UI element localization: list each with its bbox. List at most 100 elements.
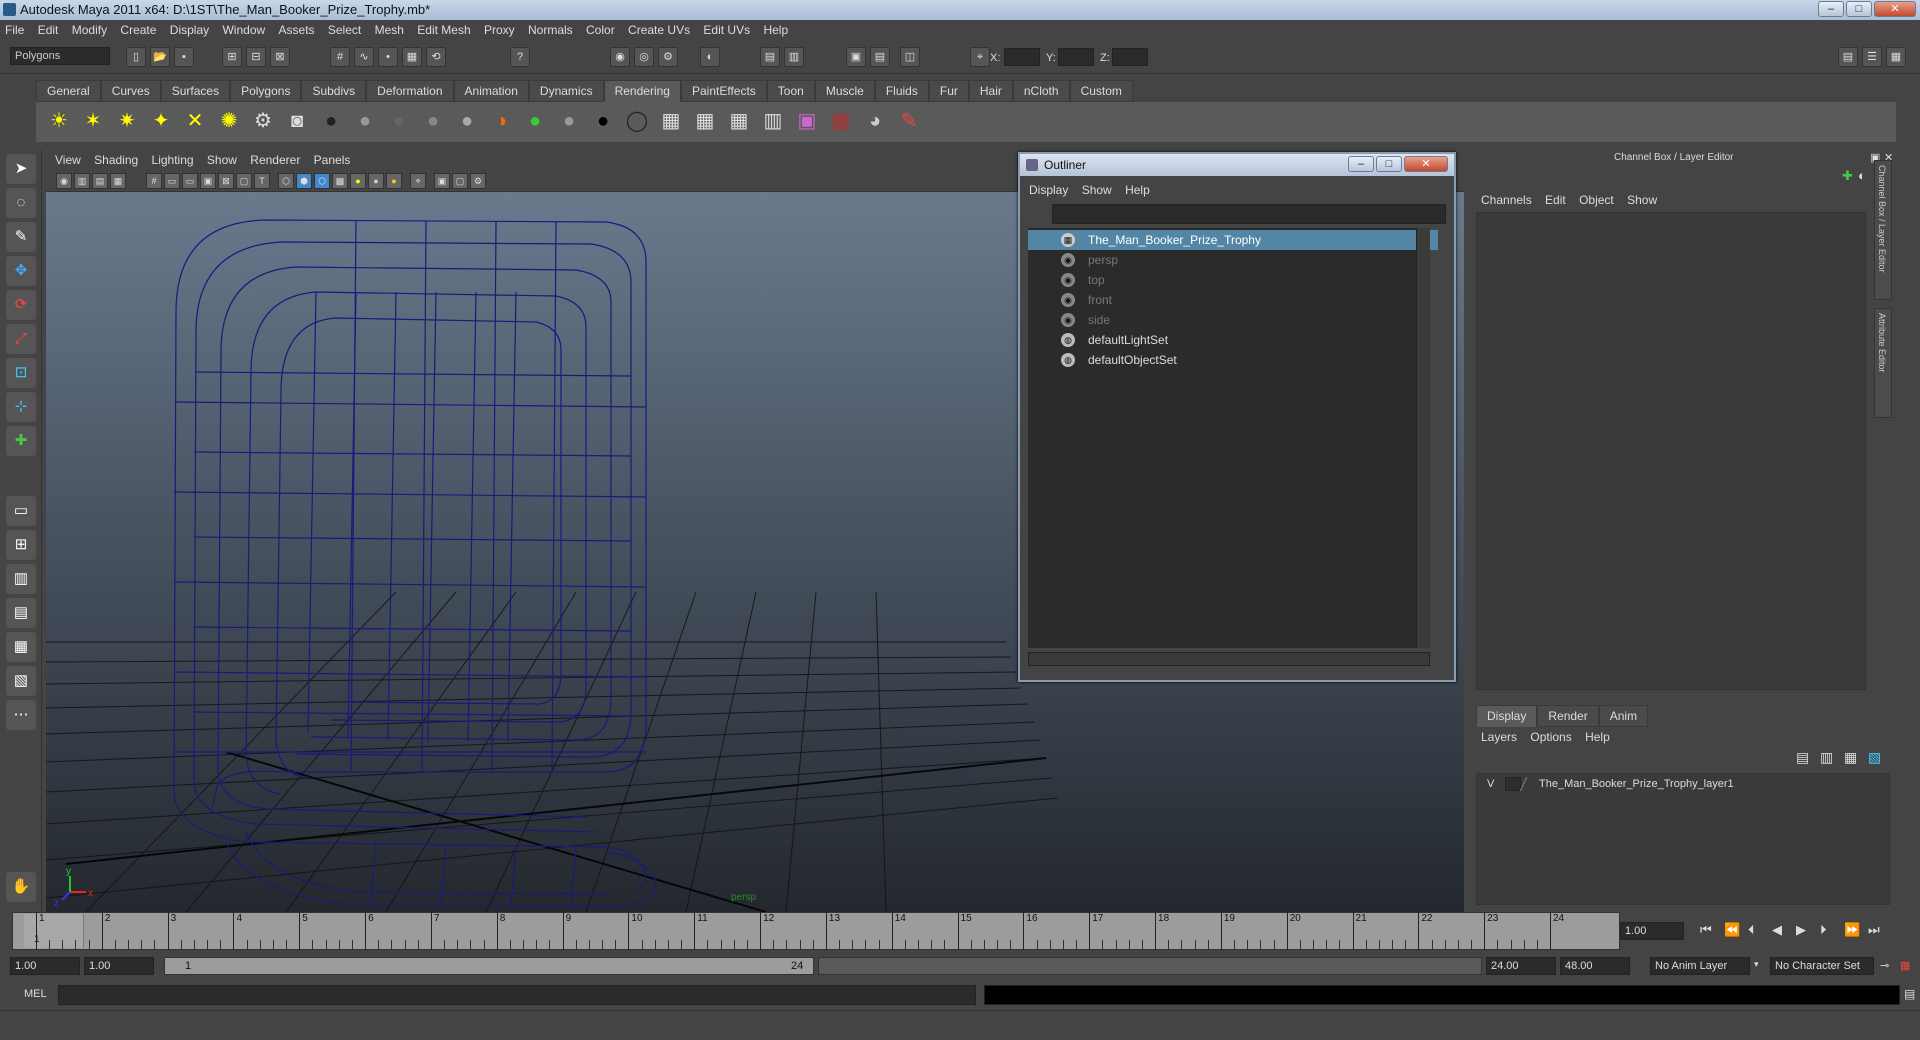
outliner-item-front[interactable]: ◉ front	[1028, 290, 1438, 310]
layout-outliner-icon[interactable]: ▥	[6, 564, 36, 594]
area-light-icon[interactable]: ✕	[180, 106, 210, 136]
play-forwards-icon[interactable]: ▶	[1796, 922, 1806, 938]
shelf-tab-surfaces[interactable]: Surfaces	[160, 80, 231, 102]
layer-options-icon[interactable]: ▦	[1844, 749, 1857, 766]
menu-mesh[interactable]: Mesh	[370, 20, 409, 40]
outliner-horizontal-scrollbar[interactable]	[1028, 652, 1430, 666]
viewport-menu-view[interactable]: View	[50, 150, 86, 170]
safe-title-icon[interactable]: T	[254, 173, 270, 189]
all-lights-icon[interactable]: ●	[368, 173, 384, 189]
playback-end-field[interactable]: 24.00	[1486, 957, 1556, 975]
ipr-render-icon[interactable]: ◎	[634, 47, 654, 67]
outliner-item-top[interactable]: ◉ top	[1028, 270, 1438, 290]
script-editor-icon[interactable]: ▤	[1904, 987, 1915, 1001]
toggle-attribute-editor-icon[interactable]: ▦	[1886, 47, 1906, 67]
go-to-start-icon[interactable]: ⏮	[1700, 922, 1712, 938]
menu-assets[interactable]: Assets	[274, 20, 320, 40]
layer-tab-render[interactable]: Render	[1537, 705, 1599, 727]
modeling-toolkit-icon[interactable]: ▣	[846, 47, 866, 67]
directional-light-icon[interactable]: ✶	[78, 106, 108, 136]
manipulator-tool-icon[interactable]: ⊡	[6, 358, 36, 388]
outliner-item-trophy[interactable]: ▦ The_Man_Booker_Prize_Trophy	[1028, 230, 1438, 250]
layer-menu-options[interactable]: Options	[1525, 727, 1576, 747]
shelf-tab-deformation[interactable]: Deformation	[366, 80, 454, 102]
toggle-channelbox-icon[interactable]: ▤	[1838, 47, 1858, 67]
blinn-sphere-icon[interactable]: ◙	[282, 106, 312, 136]
hypershade-icon[interactable]: ◐	[700, 47, 720, 67]
viewport-menu-lighting[interactable]: Lighting	[147, 150, 199, 170]
numeric-input-icon[interactable]: ⌖	[970, 47, 990, 67]
shelf-tab-general[interactable]: General	[36, 80, 101, 102]
last-tool-icon[interactable]: ✚	[6, 426, 36, 456]
isolate-select-icon[interactable]: ⌖	[410, 173, 426, 189]
layer-type-toggle[interactable]	[1505, 777, 1521, 791]
viewport-menu-panels[interactable]: Panels	[309, 150, 356, 170]
batch-render-icon[interactable]: ▥	[758, 106, 788, 136]
step-forward-key-icon[interactable]: ⏩	[1844, 922, 1860, 938]
menu-normals[interactable]: Normals	[523, 20, 578, 40]
outliner-item-defaultlightset[interactable]: ◍ defaultLightSet	[1028, 330, 1438, 350]
camera-attributes-icon[interactable]: ▥	[74, 173, 90, 189]
resolution-gate-icon[interactable]: ▭	[182, 173, 198, 189]
mental-ray-icon[interactable]: ◕	[860, 106, 890, 136]
command-input[interactable]	[58, 985, 976, 1005]
wireframe-icon[interactable]: ⬡	[278, 173, 294, 189]
snap-plane-icon[interactable]: ▦	[402, 47, 422, 67]
camera-icon[interactable]: ◫	[900, 47, 920, 67]
xray-icon[interactable]: ▣	[434, 173, 450, 189]
menu-edit[interactable]: Edit	[33, 20, 64, 40]
outliner-menu-help[interactable]: Help	[1120, 180, 1155, 200]
material-sphere-2-icon[interactable]: ●	[350, 106, 380, 136]
point-light-icon[interactable]: ✷	[112, 106, 142, 136]
new-layer-icon[interactable]: ▤	[1796, 749, 1809, 766]
volume-light-icon[interactable]: ✺	[214, 106, 244, 136]
outliner-item-defaultobjectset[interactable]: ◍ defaultObjectSet	[1028, 350, 1438, 370]
ambient-light-icon[interactable]: ☀	[44, 106, 74, 136]
show-hide-panel-icon[interactable]: ▤	[760, 47, 780, 67]
shelf-tab-fluids[interactable]: Fluids	[874, 80, 929, 102]
render-view-icon[interactable]: ▦	[656, 106, 686, 136]
menu-help[interactable]: Help	[758, 20, 793, 40]
channel-menu-object[interactable]: Object	[1574, 190, 1619, 210]
channel-menu-edit[interactable]: Edit	[1540, 190, 1571, 210]
material-sphere-1-icon[interactable]: ●	[316, 106, 346, 136]
menu-color[interactable]: Color	[581, 20, 620, 40]
select-by-component-icon[interactable]: ⊠	[270, 47, 290, 67]
start-time-field[interactable]: 1.00	[10, 957, 80, 975]
shadows-icon[interactable]: ●	[386, 173, 402, 189]
safe-action-icon[interactable]: ▢	[236, 173, 252, 189]
time-slider[interactable]: 1 12345678910111213141516171819202122232…	[0, 912, 1920, 952]
close-button[interactable]: ✕	[1874, 1, 1916, 17]
image-plane-icon[interactable]: ▦	[110, 173, 126, 189]
viewport-menu-renderer[interactable]: Renderer	[245, 150, 305, 170]
select-by-object-icon[interactable]: ⊟	[246, 47, 266, 67]
menu-create-uvs[interactable]: Create UVs	[623, 20, 695, 40]
shelf-tab-dynamics[interactable]: Dynamics	[528, 80, 604, 102]
render-layer-icon[interactable]: ▩	[826, 106, 856, 136]
animation-preferences-icon[interactable]: ▦	[1900, 959, 1910, 972]
save-scene-icon[interactable]: ▪	[174, 47, 194, 67]
outliner-item-persp[interactable]: ◉ persp	[1028, 250, 1438, 270]
auto-key-icon[interactable]: ⊸	[1880, 959, 1889, 972]
anim-layer-selector[interactable]: No Anim Layer	[1650, 957, 1750, 975]
render-current-icon[interactable]: ◉	[610, 47, 630, 67]
smooth-shade-icon[interactable]: ⬢	[296, 173, 312, 189]
shelf-tab-fur[interactable]: Fur	[928, 80, 969, 102]
spot-light-icon[interactable]: ✦	[146, 106, 176, 136]
outliner-menu-display[interactable]: Display	[1024, 180, 1073, 200]
color-shader-icon[interactable]: ●	[520, 106, 550, 136]
layout-graph-icon[interactable]: ▤	[6, 598, 36, 628]
layout-custom-icon[interactable]: ▧	[6, 666, 36, 696]
channel-box-key-icon[interactable]: ✚	[1842, 168, 1853, 184]
layer-visibility-toggle[interactable]: V	[1487, 778, 1494, 790]
viewport-menu-shading[interactable]: Shading	[89, 150, 143, 170]
outliner-maximize-button[interactable]: □	[1376, 156, 1402, 172]
ramp-shader-icon[interactable]: ◑	[486, 106, 516, 136]
menu-display[interactable]: Display	[165, 20, 214, 40]
channel-box-mode-icon[interactable]: ◐	[1858, 168, 1866, 183]
snap-curve-icon[interactable]: ∿	[354, 47, 374, 67]
film-gate-icon[interactable]: ▭	[164, 173, 180, 189]
attribute-panel-icon[interactable]: ▥	[784, 47, 804, 67]
side-tab-attribute-editor[interactable]: Attribute Editor	[1874, 308, 1892, 418]
camera-shelf-icon[interactable]: ⚙	[248, 106, 278, 136]
